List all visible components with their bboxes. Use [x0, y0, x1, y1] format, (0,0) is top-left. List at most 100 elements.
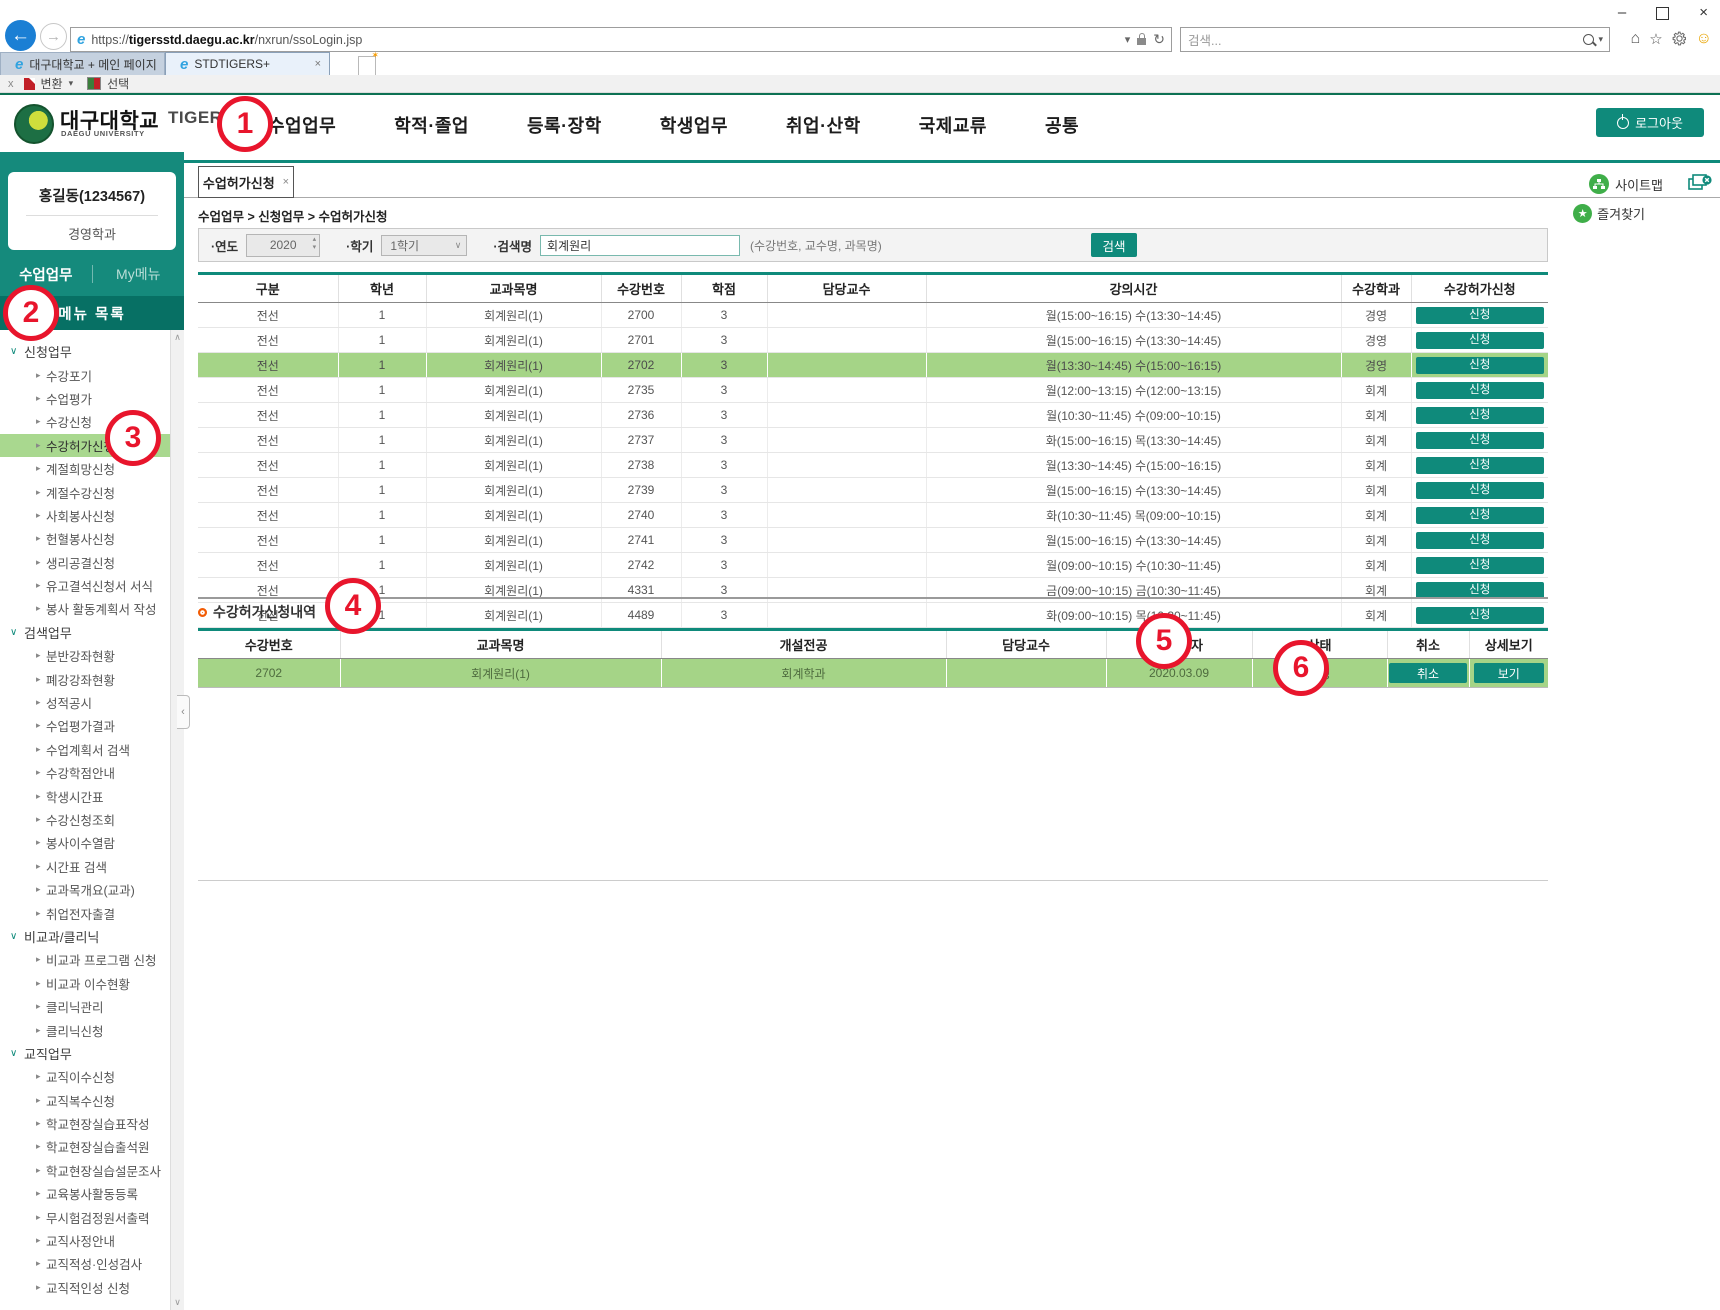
close-all-windows-button[interactable] — [1688, 174, 1712, 192]
sidebar-item[interactable]: ▸교직적성·인성검사 — [0, 1252, 171, 1275]
apply-button[interactable]: 신청 — [1416, 332, 1544, 349]
search-dropdown-icon[interactable]: ▾ — [1598, 34, 1603, 45]
course-row[interactable]: 전선1회계원리(1)27403화(10:30~11:45) 목(09:00~10… — [198, 503, 1548, 528]
sidebar-item[interactable]: ▸유고결석신청서 서식 — [0, 574, 171, 597]
course-row[interactable]: 전선1회계원리(1)27023월(13:30~14:45) 수(15:00~16… — [198, 353, 1548, 378]
university-logo[interactable] — [14, 104, 54, 144]
smiley-icon[interactable]: ☺ — [1696, 30, 1712, 48]
content-tab[interactable]: 수업허가신청 × — [198, 166, 294, 198]
browser-tab[interactable]: eSTDTIGERS+× — [165, 52, 330, 75]
toolbar-close-icon[interactable]: x — [8, 78, 14, 90]
sidebar-item[interactable]: ▸수업평가결과 — [0, 714, 171, 737]
course-row[interactable]: 전선1회계원리(1)27003월(15:00~16:15) 수(13:30~14… — [198, 303, 1548, 328]
select-button[interactable]: 선택 — [107, 75, 129, 92]
sidebar-item[interactable]: ▸봉사이수열람 — [0, 831, 171, 854]
course-row[interactable]: 전선1회계원리(1)27393월(15:00~16:15) 수(13:30~14… — [198, 478, 1548, 503]
sidebar-item[interactable]: ▸분반강좌현황 — [0, 644, 171, 667]
course-row[interactable]: 전선1회계원리(1)27383월(13:30~14:45) 수(15:00~16… — [198, 453, 1548, 478]
sidebar-item[interactable]: ▸학교현장실습표작성 — [0, 1112, 171, 1135]
sidebar-item[interactable]: ▸수강학점안내 — [0, 761, 171, 784]
refresh-icon[interactable]: ↻ — [1153, 31, 1165, 48]
sidebar-item[interactable]: ▸수강신청조회 — [0, 808, 171, 831]
search-icon[interactable] — [1583, 34, 1594, 45]
course-row[interactable]: 전선1회계원리(1)27363월(10:30~11:45) 수(09:00~10… — [198, 403, 1548, 428]
apply-button[interactable]: 신청 — [1416, 482, 1544, 499]
address-bar[interactable]: e https://tigersstd.daegu.ac.kr/nxrun/ss… — [70, 27, 1172, 52]
cancel-button[interactable]: 취소 — [1389, 663, 1467, 683]
sidebar-collapse-handle[interactable]: ‹ — [177, 695, 190, 729]
url-dropdown-icon[interactable]: ▾ — [1125, 33, 1131, 46]
menu-group[interactable]: ∨비교과/클리닉 — [0, 925, 171, 948]
apply-button[interactable]: 신청 — [1416, 582, 1544, 599]
spinner-up-icon[interactable]: ▴ — [313, 236, 317, 244]
sidebar-item[interactable]: ▸학교현장실습설문조사 — [0, 1159, 171, 1182]
sidebar-item[interactable]: ▸클리닉신청 — [0, 1018, 171, 1041]
nav-item[interactable]: 공통 — [1045, 112, 1079, 138]
content-tab-close-icon[interactable]: × — [283, 176, 289, 188]
maximize-icon[interactable] — [1656, 7, 1669, 20]
nav-item[interactable]: 등록·장학 — [527, 112, 602, 138]
nav-item[interactable]: 국제교류 — [919, 112, 987, 138]
apply-button[interactable]: 신청 — [1416, 457, 1544, 474]
sidebar-item[interactable]: ▸교직복수신청 — [0, 1089, 171, 1112]
sidebar-item[interactable]: ▸학생시간표 — [0, 784, 171, 807]
nav-item[interactable]: 취업·산학 — [786, 112, 861, 138]
apply-button[interactable]: 신청 — [1416, 432, 1544, 449]
sidebar-item[interactable]: ▸교과목개요(교과) — [0, 878, 171, 901]
keyword-input[interactable] — [540, 235, 740, 256]
apply-button[interactable]: 신청 — [1416, 357, 1544, 374]
gear-icon[interactable] — [1672, 31, 1687, 46]
course-row[interactable]: 전선1회계원리(1)27013월(15:00~16:15) 수(13:30~14… — [198, 328, 1548, 353]
sidebar-item[interactable]: ▸헌혈봉사신청 — [0, 527, 171, 550]
close-icon[interactable]: × — [1699, 4, 1708, 22]
logout-button[interactable]: 로그아웃 — [1596, 108, 1704, 137]
home-icon[interactable]: ⌂ — [1631, 30, 1641, 48]
sidebar-item[interactable]: ▸교직적인성 신청 — [0, 1276, 171, 1299]
sidebar-tab-lecture[interactable]: 수업업무 — [0, 264, 92, 285]
sidebar-item[interactable]: ▸클리닉관리 — [0, 995, 171, 1018]
nav-item[interactable]: 학생업무 — [660, 112, 728, 138]
menu-group[interactable]: ∨검색업무 — [0, 621, 171, 644]
course-row[interactable]: 전선1회계원리(1)44893화(09:00~10:15) 목(10:30~11… — [198, 603, 1548, 628]
course-row[interactable]: 전선1회계원리(1)27373화(15:00~16:15) 목(13:30~14… — [198, 428, 1548, 453]
apply-button[interactable]: 신청 — [1416, 532, 1544, 549]
sidebar-item[interactable]: ▸봉사 활동계획서 작성 — [0, 597, 171, 620]
course-row[interactable]: 전선1회계원리(1)27353월(12:00~13:15) 수(12:00~13… — [198, 378, 1548, 403]
apply-button[interactable]: 신청 — [1416, 407, 1544, 424]
sidebar-item[interactable]: ▸계절수강신청 — [0, 480, 171, 503]
sidebar-item[interactable]: ▸폐강강좌현황 — [0, 667, 171, 690]
sitemap-link[interactable]: 사이트맵 — [1589, 174, 1663, 194]
minimize-icon[interactable]: – — [1618, 4, 1626, 22]
forward-button[interactable]: → — [40, 23, 67, 50]
sidebar-scrollbar[interactable]: ∧ ∨ — [170, 330, 184, 1310]
menu-group[interactable]: ∨교직업무 — [0, 1042, 171, 1065]
history-row[interactable]: 2702회계원리(1)회계학과2020.03.09신청취소보기 — [198, 659, 1548, 688]
favorite-link[interactable]: ★ 즐겨찾기 — [1573, 204, 1645, 223]
menu-group[interactable]: ∨신청업무 — [0, 340, 171, 363]
browser-tab[interactable]: e대구대학교 + 메인 페이지 — [0, 52, 165, 75]
back-button[interactable]: ← — [5, 20, 36, 51]
browser-search-box[interactable]: 검색... ▾ — [1180, 27, 1610, 52]
sidebar-item[interactable]: ▸수업계획서 검색 — [0, 738, 171, 761]
sidebar-item[interactable]: ▸수강포기 — [0, 363, 171, 386]
sidebar-item[interactable]: ▸사회봉사신청 — [0, 504, 171, 527]
convert-button[interactable]: 변환 — [41, 75, 63, 92]
sidebar-item[interactable]: ▸생리공결신청 — [0, 551, 171, 574]
nav-item[interactable]: 학적·졸업 — [394, 112, 469, 138]
sidebar-item[interactable]: ▸무시험검정원서출력 — [0, 1205, 171, 1228]
year-spinner[interactable]: 2020 ▴▾ — [246, 234, 320, 257]
scroll-down-icon[interactable]: ∨ — [172, 1297, 183, 1308]
sidebar-item[interactable]: ▸교직이수신청 — [0, 1065, 171, 1088]
sidebar-item[interactable]: ▸수업평가 — [0, 387, 171, 410]
apply-button[interactable]: 신청 — [1416, 557, 1544, 574]
sidebar-item[interactable]: ▸교육봉사활동등록 — [0, 1182, 171, 1205]
sidebar-item[interactable]: ▸비교과 이수현황 — [0, 972, 171, 995]
sidebar-item[interactable]: ▸비교과 프로그램 신청 — [0, 948, 171, 971]
sidebar-tab-mymenu[interactable]: My메뉴 — [93, 264, 185, 284]
apply-button[interactable]: 신청 — [1416, 382, 1544, 399]
tab-close-icon[interactable]: × — [307, 58, 321, 70]
convert-dropdown-icon[interactable]: ▾ — [69, 78, 74, 89]
apply-button[interactable]: 신청 — [1416, 307, 1544, 324]
search-button[interactable]: 검색 — [1091, 233, 1137, 257]
favorites-icon[interactable]: ☆ — [1649, 30, 1662, 48]
